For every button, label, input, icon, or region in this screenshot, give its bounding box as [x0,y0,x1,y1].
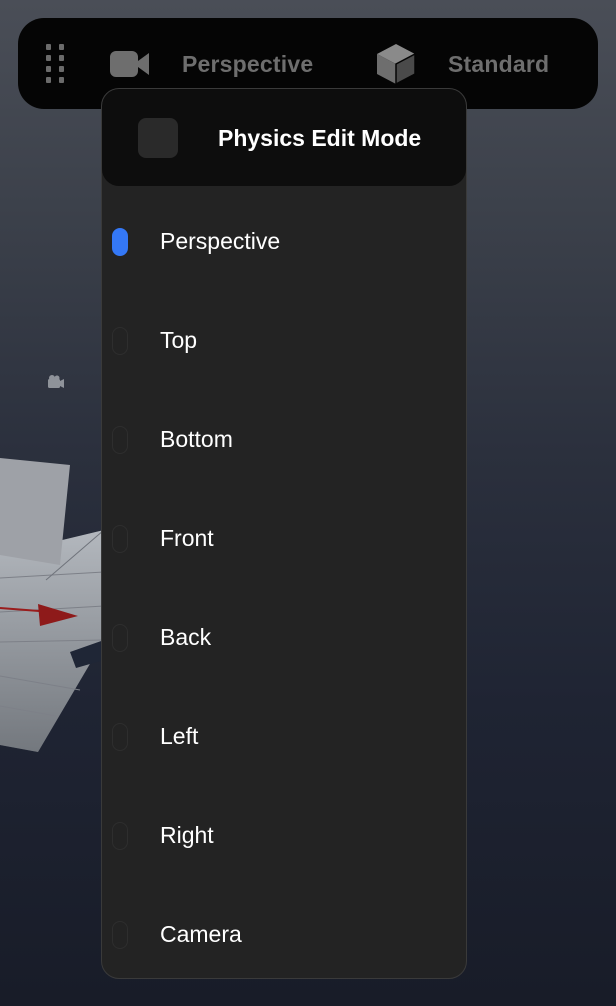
view-option-top[interactable]: Top [102,290,466,389]
view-option-left[interactable]: Left [102,686,466,785]
shading-mode-label[interactable]: Standard [448,51,549,78]
option-label: Back [160,624,212,650]
option-label: Camera [160,921,242,947]
unselected-indicator [112,723,128,751]
option-label: Right [160,822,214,848]
camera-gizmo-icon[interactable] [47,374,65,390]
view-option-right[interactable]: Right [102,785,466,884]
view-option-perspective[interactable]: Perspective [102,191,466,290]
view-mode-label[interactable]: Perspective [182,51,313,78]
physics-edit-mode-toggle[interactable]: Physics Edit Mode [102,89,466,186]
unselected-indicator [112,624,128,652]
unselected-indicator [112,822,128,850]
view-option-camera[interactable]: Camera [102,884,466,978]
cube-icon[interactable] [375,42,417,86]
physics-edit-mode-label: Physics Edit Mode [218,125,422,151]
option-label: Perspective [160,228,281,254]
unselected-indicator [112,525,128,553]
option-label: Top [160,327,198,353]
option-label: Left [160,723,199,749]
option-label: Front [160,525,214,551]
view-option-back[interactable]: Back [102,587,466,686]
video-camera-icon[interactable] [109,49,151,79]
option-label: Bottom [160,426,233,452]
unselected-indicator [112,921,128,949]
view-option-bottom[interactable]: Bottom [102,389,466,488]
view-option-front[interactable]: Front [102,488,466,587]
drag-grip-icon[interactable] [46,44,70,84]
selected-indicator [112,228,128,256]
unselected-indicator [112,327,128,355]
physics-edit-mode-checkbox[interactable] [138,118,178,158]
unselected-indicator [112,426,128,454]
view-mode-dropdown: Physics Edit Mode Perspective Top Bottom… [101,88,467,979]
